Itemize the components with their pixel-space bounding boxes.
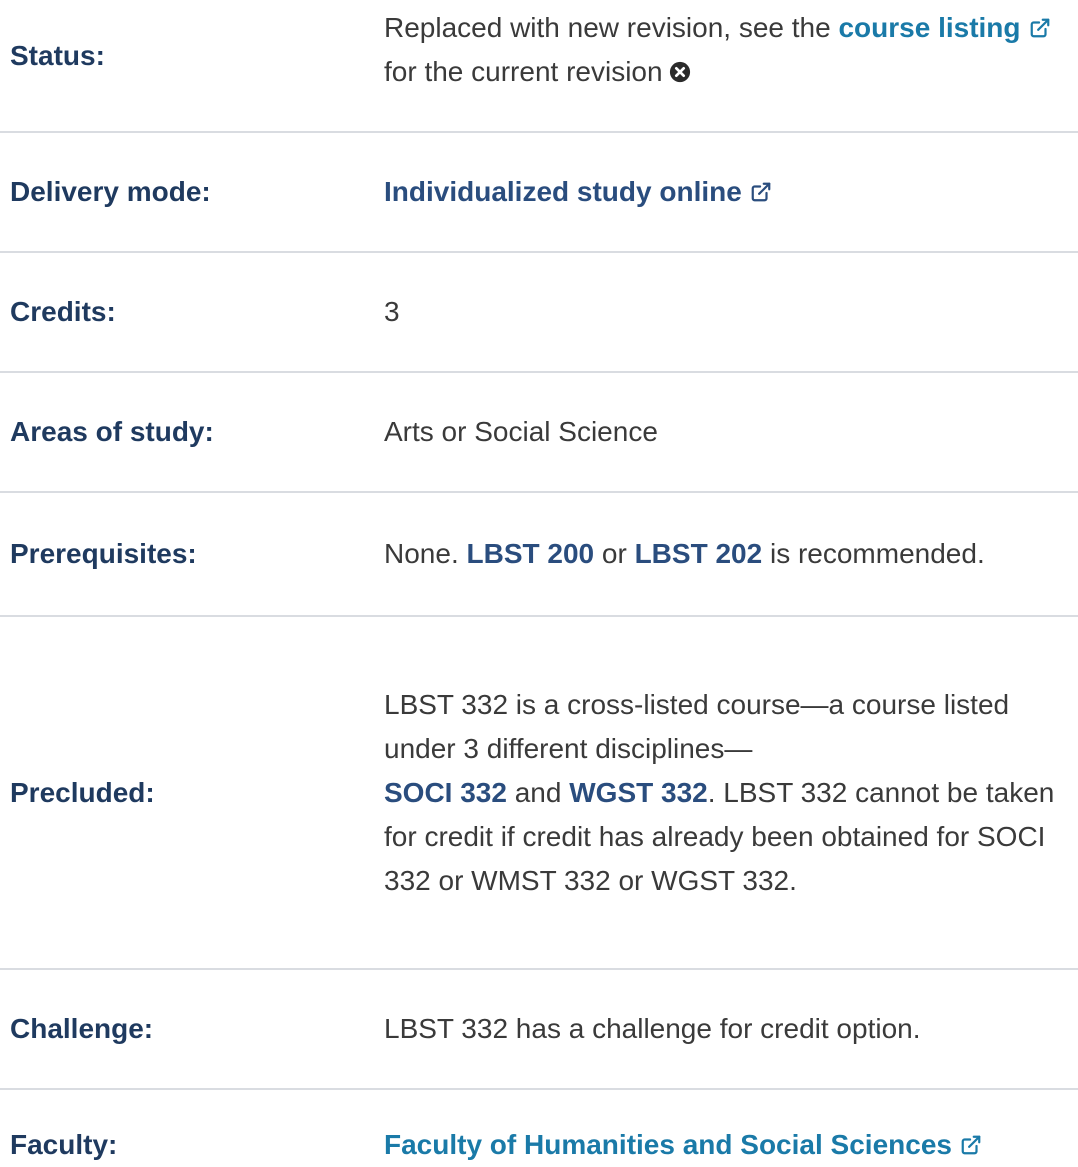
prerequisites-label: Prerequisites: <box>10 538 197 569</box>
areas-of-study-label: Areas of study: <box>10 416 214 447</box>
row-precluded: Precluded: LBST 332 is a cross-listed co… <box>0 617 1078 970</box>
prerequisites-value: None. LBST 200 or LBST 202 is recommende… <box>384 532 1078 576</box>
faculty-link-text: Faculty of Humanities and Social Science… <box>384 1129 952 1160</box>
soci-332-link[interactable]: SOCI 332 <box>384 777 507 808</box>
lbst-202-link[interactable]: LBST 202 <box>635 538 763 569</box>
status-value: Replaced with new revision, see the cour… <box>384 0 1078 94</box>
status-label: Status: <box>10 40 105 71</box>
challenge-label: Challenge: <box>10 1013 154 1044</box>
delivery-mode-value: Individualized study online <box>384 170 1078 214</box>
close-circle-icon <box>669 61 690 83</box>
row-faculty: Faculty: Faculty of Humanities and Socia… <box>0 1090 1078 1165</box>
row-areas-of-study: Areas of study: Arts or Social Science <box>0 373 1078 493</box>
credits-value: 3 <box>384 296 400 327</box>
external-link-icon <box>751 182 771 202</box>
faculty-value: Faculty of Humanities and Social Science… <box>384 1125 1078 1165</box>
row-delivery-mode: Delivery mode: Individualized study onli… <box>0 133 1078 253</box>
lbst-200-link[interactable]: LBST 200 <box>467 538 595 569</box>
prerequisites-text-3: is recommended. <box>762 538 985 569</box>
delivery-mode-label: Delivery mode: <box>10 176 211 207</box>
course-listing-link[interactable]: course listing <box>838 12 1050 43</box>
row-credits: Credits: 3 <box>0 253 1078 373</box>
precluded-text-2: and <box>506 776 570 808</box>
prerequisites-text-1: None. <box>384 538 467 569</box>
precluded-text-1: LBST 332 is a cross-listed course—a cour… <box>384 688 1010 764</box>
faculty-label: Faculty: <box>10 1129 118 1160</box>
external-link-icon <box>1030 18 1049 38</box>
individualized-study-online-link-text: Individualized study online <box>384 176 742 207</box>
row-status: Status: Replaced with new revision, see … <box>0 0 1078 133</box>
credits-label: Credits: <box>10 296 116 327</box>
challenge-value: LBST 332 has a challenge for credit opti… <box>384 1013 921 1044</box>
row-challenge: Challenge: LBST 332 has a challenge for … <box>0 970 1078 1090</box>
course-listing-link-text: course listing <box>838 12 1021 43</box>
course-details-table: Status: Replaced with new revision, see … <box>0 0 1078 1165</box>
external-link-icon <box>961 1135 981 1155</box>
areas-of-study-value: Arts or Social Science <box>384 416 658 447</box>
row-prerequisites: Prerequisites: None. LBST 200 or LBST 20… <box>0 493 1078 617</box>
precluded-label: Precluded: <box>10 776 155 808</box>
prerequisites-text-2: or <box>594 538 635 569</box>
faculty-link[interactable]: Faculty of Humanities and Social Science… <box>384 1129 982 1160</box>
status-text-before: Replaced with new revision, see the <box>384 12 839 43</box>
individualized-study-online-link[interactable]: Individualized study online <box>384 176 772 207</box>
status-text-after: for the current revision <box>384 56 663 87</box>
wgst-332-link[interactable]: WGST 332 <box>569 777 707 808</box>
precluded-value: LBST 332 is a cross-listed course—a cour… <box>384 683 1078 903</box>
